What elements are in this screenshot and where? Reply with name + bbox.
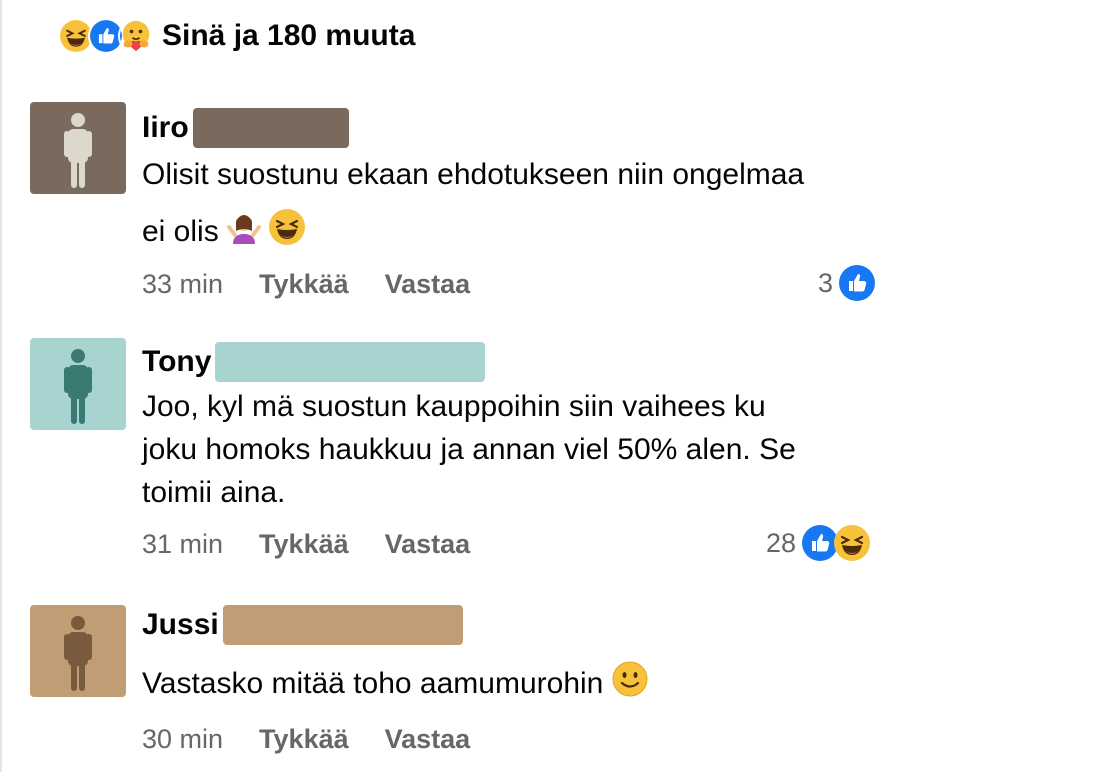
reaction-count-number: 3 bbox=[818, 267, 834, 298]
comment-text-line: Olisit suostunu ekaan ehdotukseen niin o… bbox=[142, 158, 805, 191]
comment-text-line-wrap: ei olis bbox=[142, 209, 902, 253]
comment-text-line: Joo, kyl mä suostun kauppoihin siin vaih… bbox=[142, 390, 766, 423]
person-icon bbox=[30, 605, 126, 697]
comment-text-line: toimii aina. bbox=[142, 476, 286, 509]
author-line: Iiro bbox=[142, 108, 902, 148]
care-icon bbox=[118, 18, 154, 54]
author-line: Jussi bbox=[142, 605, 902, 645]
like-icon bbox=[839, 265, 875, 301]
reactions-count-text[interactable]: Sinä ja 180 muuta bbox=[162, 19, 415, 53]
laugh-icon bbox=[834, 525, 870, 561]
avatar[interactable] bbox=[30, 338, 126, 430]
like-button[interactable]: Tykkää bbox=[259, 269, 349, 300]
like-icon bbox=[802, 525, 838, 561]
avatar[interactable] bbox=[30, 102, 126, 194]
comment-text: Vastasko mitää toho aamumurohin bbox=[142, 661, 902, 705]
like-button[interactable]: Tykkää bbox=[259, 724, 349, 755]
comment-text: Joo, kyl mä suostun kauppoihin siin vaih… bbox=[142, 385, 902, 514]
author-line: Tony bbox=[142, 342, 902, 382]
author-name[interactable]: Iiro bbox=[142, 111, 189, 145]
comment-time[interactable]: 30 min bbox=[142, 724, 223, 755]
comment-meta: 31 min Tykkää Vastaa bbox=[142, 524, 506, 564]
comment-text-line: joku homoks haukkuu ja annan viel 50% al… bbox=[142, 433, 796, 466]
comment-text-line: Vastasko mitää toho aamumurohin bbox=[142, 667, 604, 700]
author-name[interactable]: Jussi bbox=[142, 608, 219, 642]
person-icon bbox=[30, 102, 126, 194]
shrug-emoji-icon bbox=[227, 215, 262, 244]
comment-body: Iiro Olisit suostunu ekaan ehdotukseen n… bbox=[142, 102, 902, 253]
reply-button[interactable]: Vastaa bbox=[385, 724, 471, 755]
comment-text: Olisit suostunu ekaan ehdotukseen niin o… bbox=[142, 153, 902, 253]
redacted-surname bbox=[192, 108, 349, 148]
comment-text-line: ei olis bbox=[142, 215, 219, 248]
laughing-emoji-icon bbox=[269, 209, 305, 245]
reply-button[interactable]: Vastaa bbox=[385, 529, 471, 560]
comment-body: Tony Joo, kyl mä suostun kauppoihin siin… bbox=[142, 338, 902, 514]
reaction-count-number: 28 bbox=[766, 527, 797, 558]
comment-meta: 33 min Tykkää Vastaa bbox=[142, 264, 506, 304]
comment-reaction-count[interactable]: 28 bbox=[766, 523, 870, 563]
reactions-summary[interactable]: Sinä ja 180 muuta bbox=[58, 16, 415, 56]
comment-time[interactable]: 31 min bbox=[142, 529, 223, 560]
author-name[interactable]: Tony bbox=[142, 345, 211, 379]
page-edge bbox=[0, 0, 2, 772]
redacted-surname bbox=[222, 605, 463, 645]
avatar[interactable] bbox=[30, 605, 126, 697]
reaction-icons bbox=[58, 18, 154, 54]
smile-emoji-icon bbox=[612, 661, 648, 697]
like-button[interactable]: Tykkää bbox=[259, 529, 349, 560]
redacted-surname bbox=[215, 342, 486, 382]
comment-reaction-count[interactable]: 3 bbox=[818, 263, 875, 303]
comment-meta: 30 min Tykkää Vastaa bbox=[142, 719, 506, 759]
reply-button[interactable]: Vastaa bbox=[385, 269, 471, 300]
person-icon bbox=[30, 338, 126, 430]
comment-body: Jussi Vastasko mitää toho aamumurohin bbox=[142, 605, 902, 705]
comment-time[interactable]: 33 min bbox=[142, 269, 223, 300]
